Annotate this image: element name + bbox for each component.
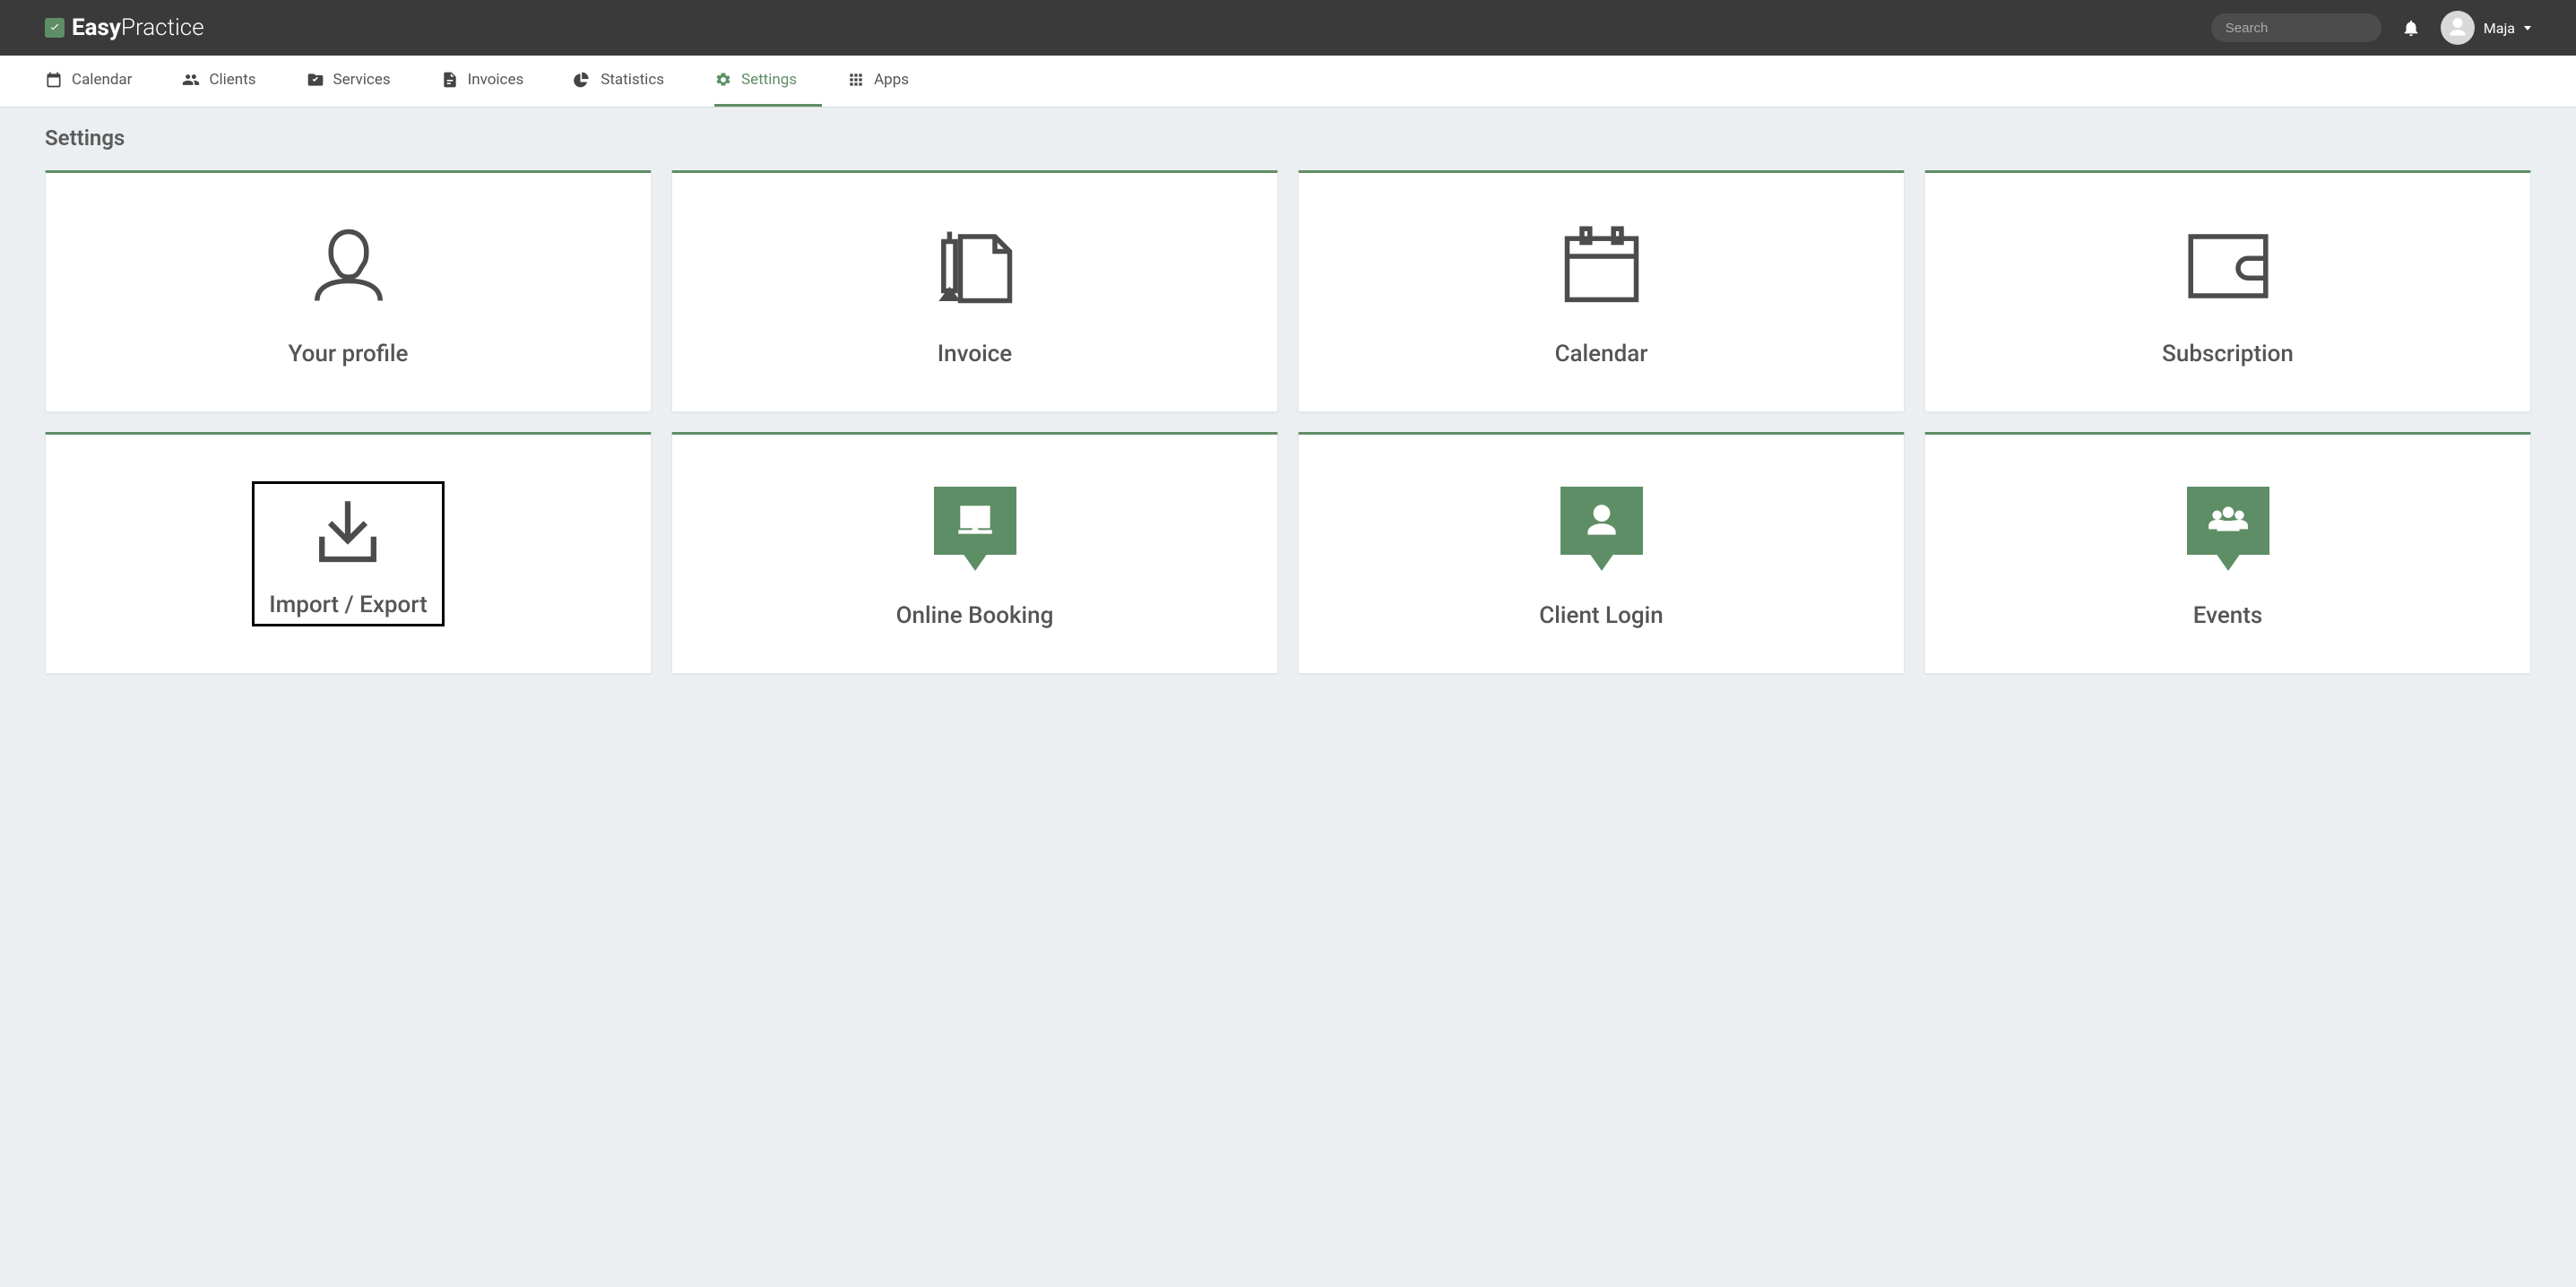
calendar-icon	[45, 71, 63, 89]
card-online-booking[interactable]: Online Booking	[671, 432, 1278, 674]
invoice-icon	[926, 217, 1024, 315]
services-icon	[307, 71, 324, 89]
nav-statistics[interactable]: Statistics	[574, 56, 689, 107]
card-label: Events	[2193, 602, 2263, 629]
topbar: EasyPractice Maja	[0, 0, 2576, 56]
nav-invoices[interactable]: Invoices	[441, 56, 549, 107]
card-label: Import / Export	[269, 592, 428, 618]
avatar	[2441, 11, 2475, 45]
apps-icon	[847, 71, 865, 89]
notifications-button[interactable]	[2401, 18, 2421, 38]
card-your-profile[interactable]: Your profile	[45, 170, 652, 412]
import-export-highlight: Import / Export	[252, 481, 445, 626]
settings-icon	[714, 71, 732, 89]
card-events[interactable]: Events	[1924, 432, 2531, 674]
statistics-icon	[574, 71, 592, 89]
clients-icon	[182, 71, 200, 89]
card-subscription[interactable]: Subscription	[1924, 170, 2531, 412]
card-label: Your profile	[289, 341, 409, 367]
download-icon	[303, 495, 393, 575]
nav-services[interactable]: Services	[307, 56, 416, 107]
nav-apps[interactable]: Apps	[847, 56, 934, 107]
search-box[interactable]	[2211, 13, 2382, 42]
people-icon	[2206, 498, 2251, 543]
calendar-card-icon	[1552, 217, 1651, 315]
online-booking-icon	[934, 479, 1016, 577]
person-icon	[1579, 498, 1624, 543]
main-nav: Calendar Clients Services Invoices Stati…	[0, 56, 2576, 108]
invoices-icon	[441, 71, 459, 89]
brand-logo[interactable]: EasyPractice	[45, 14, 204, 41]
card-calendar[interactable]: Calendar	[1298, 170, 1905, 412]
user-menu[interactable]: Maja	[2441, 11, 2531, 45]
nav-settings[interactable]: Settings	[714, 56, 822, 107]
nav-clients[interactable]: Clients	[182, 56, 281, 107]
chevron-down-icon	[2524, 26, 2531, 30]
topbar-right: Maja	[2211, 11, 2531, 45]
bell-icon	[2401, 18, 2421, 38]
card-invoice[interactable]: Invoice	[671, 170, 1278, 412]
card-client-login[interactable]: Client Login	[1298, 432, 1905, 674]
client-login-icon	[1560, 479, 1643, 577]
card-label: Calendar	[1555, 341, 1648, 367]
brand-text: EasyPractice	[72, 14, 204, 41]
card-label: Subscription	[2162, 341, 2294, 367]
settings-grid: Your profile Invoice	[45, 170, 2531, 674]
user-name: Maja	[2484, 20, 2515, 37]
nav-calendar[interactable]: Calendar	[45, 56, 157, 107]
page-content: Settings Your profile Invo	[0, 108, 2576, 710]
profile-icon	[299, 217, 398, 315]
wallet-icon	[2179, 217, 2278, 315]
card-label: Online Booking	[896, 602, 1054, 629]
card-import-export[interactable]: Import / Export	[45, 432, 652, 674]
laptop-icon	[953, 498, 998, 543]
search-input[interactable]	[2226, 21, 2404, 36]
avatar-icon	[2446, 16, 2469, 39]
page-title: Settings	[45, 125, 2531, 151]
card-label: Client Login	[1539, 602, 1663, 629]
logo-checkmark-icon	[45, 18, 65, 38]
events-icon	[2187, 479, 2269, 577]
card-label: Invoice	[938, 341, 1012, 367]
